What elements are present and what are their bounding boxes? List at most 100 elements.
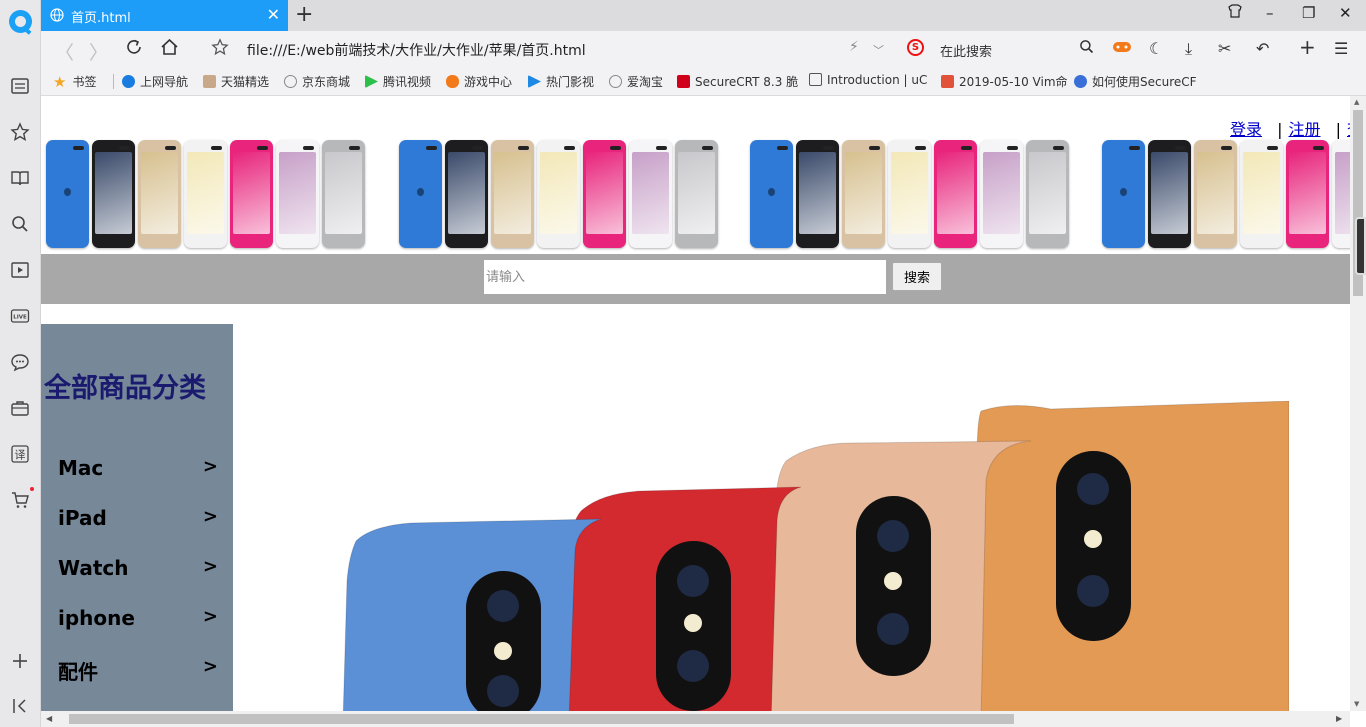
- undo-icon[interactable]: ↶: [1256, 39, 1269, 58]
- ipod-product-image: [138, 140, 181, 248]
- globe-icon: [50, 8, 64, 22]
- vertical-scrollbar[interactable]: ▲ ▼: [1350, 96, 1366, 711]
- add-icon[interactable]: +: [1299, 35, 1316, 59]
- bookmark-item[interactable]: Introduction | uC: [809, 73, 927, 87]
- ipod-product-image: [1148, 140, 1191, 248]
- restore-icon[interactable]: ❐: [1302, 4, 1315, 22]
- product-search-input[interactable]: [484, 260, 886, 294]
- tab-title: 首页.html: [71, 11, 131, 26]
- bookmark-item[interactable]: SecureCRT 8.3 脆: [677, 73, 798, 90]
- scroll-up-icon[interactable]: ▲: [1354, 98, 1359, 106]
- arrow-icon: >: [202, 456, 218, 477]
- game-controller-icon: [446, 75, 459, 88]
- search-icon[interactable]: [1079, 39, 1094, 58]
- shopping-cart-icon[interactable]: [9, 490, 31, 512]
- ipod-product-image: [184, 140, 227, 248]
- ipod-product-image: [1026, 140, 1069, 248]
- video-icon[interactable]: [9, 260, 31, 282]
- search-button[interactable]: 搜索: [892, 262, 942, 291]
- iphone-hero-image: [342, 401, 1289, 711]
- book-icon[interactable]: [9, 168, 31, 190]
- bookmark-item[interactable]: 游戏中心: [446, 73, 512, 90]
- baidu-paw-icon: [1074, 75, 1087, 88]
- bookmark-item[interactable]: 京东商城: [284, 73, 350, 90]
- globe-icon: [284, 75, 297, 88]
- scroll-down-icon[interactable]: ▼: [1354, 700, 1359, 708]
- reload-icon[interactable]: [125, 38, 143, 61]
- close-tab-icon[interactable]: ✕: [267, 5, 280, 24]
- register-link[interactable]: 注册: [1289, 120, 1321, 139]
- add-icon[interactable]: [9, 651, 31, 673]
- category-panel: 全部商品分类 Mac > iPad > Watch > iphone > 配件 >: [41, 324, 233, 711]
- lightning-icon[interactable]: ⚡: [849, 39, 859, 55]
- arrow-icon: >: [202, 606, 218, 627]
- ipod-product-image: [445, 140, 488, 248]
- ipod-product-image: [629, 140, 672, 248]
- horizontal-scrollbar[interactable]: ◀ ▶: [41, 711, 1350, 727]
- reading-list-icon[interactable]: [9, 76, 31, 98]
- ipod-product-image: [980, 140, 1023, 248]
- scroll-left-icon[interactable]: ◀: [46, 714, 52, 723]
- bookmark-item[interactable]: 腾讯视频: [365, 73, 431, 90]
- ipod-product-image: [399, 140, 442, 248]
- bookmark-item[interactable]: ★ 书签: [53, 73, 96, 91]
- category-item-mac[interactable]: Mac >: [58, 456, 218, 480]
- collapse-sidebar-icon[interactable]: [9, 696, 31, 718]
- minimize-icon[interactable]: –: [1266, 4, 1274, 22]
- category-title: 全部商品分类: [44, 373, 206, 404]
- screenshot-scissors-icon[interactable]: ✂: [1218, 39, 1231, 58]
- briefcase-icon[interactable]: [9, 398, 31, 420]
- menu-icon[interactable]: ☰: [1334, 39, 1348, 58]
- browser-logo-icon[interactable]: [9, 10, 32, 33]
- bookmark-item[interactable]: 爱淘宝: [609, 73, 663, 90]
- arrow-icon: >: [202, 656, 218, 677]
- favorites-star-icon[interactable]: [9, 122, 31, 144]
- search-engine-icon[interactable]: S: [907, 39, 924, 56]
- forward-icon[interactable]: 〉: [89, 38, 108, 65]
- download-icon[interactable]: ⤓: [1185, 39, 1192, 59]
- bookmark-item[interactable]: 2019-05-10 Vim命: [941, 73, 1068, 90]
- window-close-icon[interactable]: ✕: [1339, 4, 1352, 22]
- ipod-product-image: [491, 140, 534, 248]
- back-icon[interactable]: 〈: [55, 38, 74, 65]
- translate-icon[interactable]: 译: [9, 444, 31, 466]
- auth-links: 登录 |注册 |查: [1230, 116, 1350, 140]
- ipod-product-image: [583, 140, 626, 248]
- category-item-accessories[interactable]: 配件 >: [58, 656, 218, 685]
- arrow-icon: >: [202, 556, 218, 577]
- ipod-product-image: [1102, 140, 1145, 248]
- side-panel-handle[interactable]: [1355, 217, 1366, 275]
- night-mode-icon[interactable]: ☾: [1149, 39, 1163, 58]
- home-icon[interactable]: [160, 38, 179, 61]
- star-icon: ★: [53, 73, 67, 91]
- category-item-watch[interactable]: Watch >: [58, 556, 218, 580]
- category-item-ipad[interactable]: iPad >: [58, 506, 218, 530]
- login-link[interactable]: 登录: [1230, 120, 1262, 139]
- bookmark-item[interactable]: 天猫精选: [203, 73, 269, 90]
- new-tab-icon[interactable]: +: [295, 2, 313, 27]
- scrollbar-thumb[interactable]: [69, 714, 1014, 724]
- scroll-right-icon[interactable]: ▶: [1336, 714, 1342, 723]
- bookmark-item[interactable]: 上网导航: [122, 73, 188, 90]
- ipod-product-image: [934, 140, 977, 248]
- divider: [113, 74, 114, 89]
- globe-icon: [609, 75, 622, 88]
- chevron-down-icon[interactable]: ﹀: [873, 42, 884, 58]
- live-icon[interactable]: LIVE: [9, 306, 31, 328]
- search-icon[interactable]: [9, 214, 31, 236]
- play-icon: [365, 75, 378, 88]
- search-box[interactable]: 在此搜索: [940, 41, 992, 60]
- address-bar[interactable]: file:///E:/web前端技术/大作业/大作业/苹果/首页.html: [247, 40, 586, 60]
- bookmark-item[interactable]: 如何使用SecureCF: [1074, 73, 1197, 90]
- ipod-product-image: [230, 140, 273, 248]
- bookmark-item[interactable]: 热门影视: [528, 73, 594, 90]
- ipod-product-image: [46, 140, 89, 248]
- game-controller-icon[interactable]: [1112, 39, 1132, 59]
- tab-active[interactable]: 首页.html ✕: [41, 0, 288, 31]
- category-item-iphone[interactable]: iphone >: [58, 606, 218, 630]
- address-toolbar: 〈 〉 file:///E:/web前端技术/大作业/大作业/苹果/首页.htm…: [41, 31, 1366, 67]
- ipod-product-image: [842, 140, 885, 248]
- bookmark-star-icon[interactable]: [211, 38, 229, 61]
- chat-icon[interactable]: [9, 352, 31, 374]
- shirt-skin-icon[interactable]: [1228, 4, 1242, 22]
